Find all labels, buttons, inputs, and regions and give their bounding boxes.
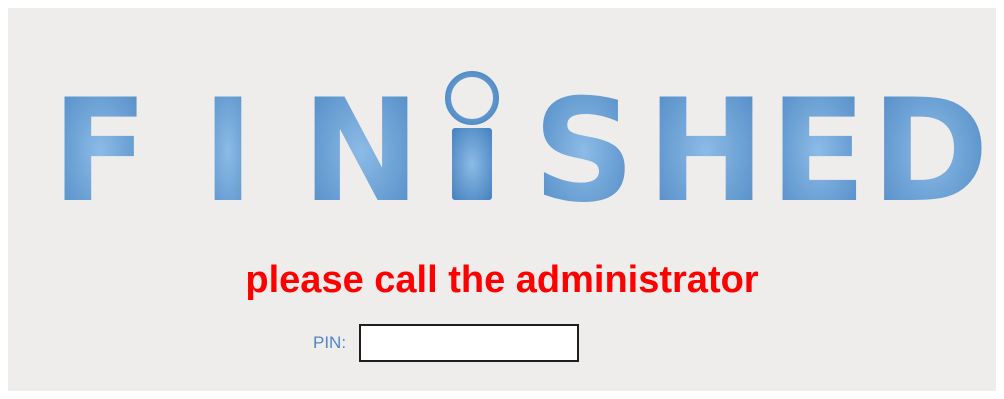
finished-logo-graphic: F I N S H E D i bbox=[51, 69, 989, 234]
admin-message: please call the administrator bbox=[245, 259, 759, 301]
logo-letter-n: N bbox=[302, 69, 421, 234]
logo-letter-s: S bbox=[533, 69, 635, 234]
logo-letter-f: F bbox=[51, 69, 148, 234]
logo-letter-i: I bbox=[202, 69, 255, 234]
finished-screen: F I N S H E D i please call the administ… bbox=[8, 8, 996, 391]
logo-letter-i-dotted: i bbox=[445, 71, 499, 200]
finished-logo: F I N S H E D i bbox=[8, 8, 996, 238]
pin-input[interactable] bbox=[359, 324, 580, 362]
logo-letter-e: E bbox=[769, 69, 866, 234]
pin-row: PIN: bbox=[313, 321, 580, 365]
logo-letter-d: D bbox=[871, 69, 989, 234]
pin-label: PIN: bbox=[313, 333, 347, 352]
logo-letter-h: H bbox=[647, 69, 766, 234]
